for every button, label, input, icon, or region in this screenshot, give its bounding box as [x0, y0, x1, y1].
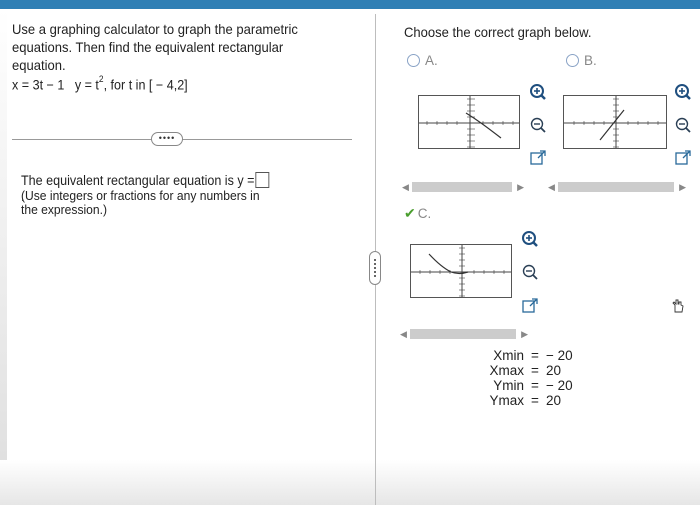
equals-sign: =	[531, 348, 539, 363]
panel-resize-handle[interactable]	[369, 251, 381, 285]
window-row-ymax: Ymax = 20	[484, 393, 576, 408]
graph-b-external-link-icon[interactable]	[674, 149, 692, 167]
graph-a	[418, 95, 520, 149]
graph-c-external-link-icon[interactable]	[521, 297, 539, 315]
scroll-track[interactable]	[558, 182, 674, 192]
graph-c-zoom-out-icon[interactable]	[521, 263, 539, 281]
graph-c-zoom-in-icon[interactable]	[521, 230, 539, 248]
graph-a-zoom-out-icon[interactable]	[529, 116, 547, 134]
graph-a-plot	[419, 96, 519, 148]
scroll-right-icon[interactable]: ▶	[679, 180, 686, 194]
equation-y-exponent: 2	[98, 74, 104, 84]
window-value: − 20	[546, 378, 573, 393]
equals-sign: =	[531, 378, 539, 393]
window-value: − 20	[546, 348, 573, 363]
equation-x: x = 3t − 1	[12, 77, 65, 93]
hand-cursor-icon	[671, 299, 685, 313]
equals-sign: =	[531, 363, 539, 378]
window-value: 20	[546, 393, 562, 408]
option-a-label: A.	[425, 53, 438, 68]
scroll-right-icon[interactable]: ▶	[521, 327, 528, 341]
option-b-radio[interactable]	[566, 54, 579, 67]
graph-c	[410, 244, 512, 298]
option-a-radio[interactable]	[407, 54, 420, 67]
graph-c-scrollbar[interactable]: ◀ ▶	[398, 327, 528, 341]
graph-b	[563, 95, 667, 149]
scroll-left-icon[interactable]: ◀	[402, 180, 409, 194]
graph-b-scrollbar[interactable]: ◀ ▶	[546, 180, 686, 194]
option-a[interactable]: A.	[407, 53, 438, 68]
graph-a-scrollbar[interactable]: ◀ ▶	[400, 180, 524, 194]
choose-instruction: Choose the correct graph below.	[404, 24, 592, 40]
window-value: 20	[546, 363, 562, 378]
scroll-left-icon[interactable]: ◀	[400, 327, 407, 341]
window-key: Xmax	[489, 363, 524, 378]
equals-sign: =	[531, 393, 539, 408]
scroll-track[interactable]	[412, 182, 512, 192]
option-b[interactable]: B.	[566, 53, 597, 68]
bottom-shade	[0, 460, 700, 505]
equation-y: y = t	[74, 77, 99, 93]
viewing-window: Xmin = − 20 Xmax = 20 Ymin = − 20 Ymax = 20	[484, 348, 576, 408]
window-row-ymin: Ymin = − 20	[484, 378, 576, 393]
left-edge	[0, 9, 7, 505]
checkmark-icon: ✔	[404, 205, 416, 221]
window-row-xmax: Xmax = 20	[484, 363, 576, 378]
option-c[interactable]: ✔ C.	[404, 205, 431, 222]
answer-input[interactable]	[255, 172, 270, 188]
scroll-track[interactable]	[410, 329, 516, 339]
graph-a-external-link-icon[interactable]	[529, 149, 547, 167]
answer-prefix: The equivalent rectangular equation is y…	[21, 173, 255, 188]
graph-c-plot	[411, 245, 511, 297]
top-bar	[0, 0, 700, 9]
graph-b-plot	[564, 96, 666, 148]
more-button[interactable]: ••••	[151, 132, 183, 146]
graph-b-zoom-out-icon[interactable]	[674, 116, 692, 134]
window-key: Ymin	[493, 378, 524, 393]
answer-hint: (Use integers or fractions for any numbe…	[21, 188, 260, 217]
question-prompt: Use a graphing calculator to graph the p…	[12, 21, 298, 73]
window-key: Ymax	[489, 393, 524, 408]
window-key: Xmin	[493, 348, 524, 363]
window-row-xmin: Xmin = − 20	[484, 348, 576, 363]
graph-b-zoom-in-icon[interactable]	[674, 83, 692, 101]
equation-range: , for t in [ − 4,2]	[103, 77, 188, 93]
scroll-right-icon[interactable]: ▶	[517, 180, 524, 194]
scroll-left-icon[interactable]: ◀	[548, 180, 555, 194]
option-b-label: B.	[584, 53, 597, 68]
graph-a-zoom-in-icon[interactable]	[529, 83, 547, 101]
option-c-label: C.	[417, 206, 432, 221]
parametric-equations: x = 3t − 1 y = t2, for t in [ − 4,2]	[12, 74, 188, 93]
